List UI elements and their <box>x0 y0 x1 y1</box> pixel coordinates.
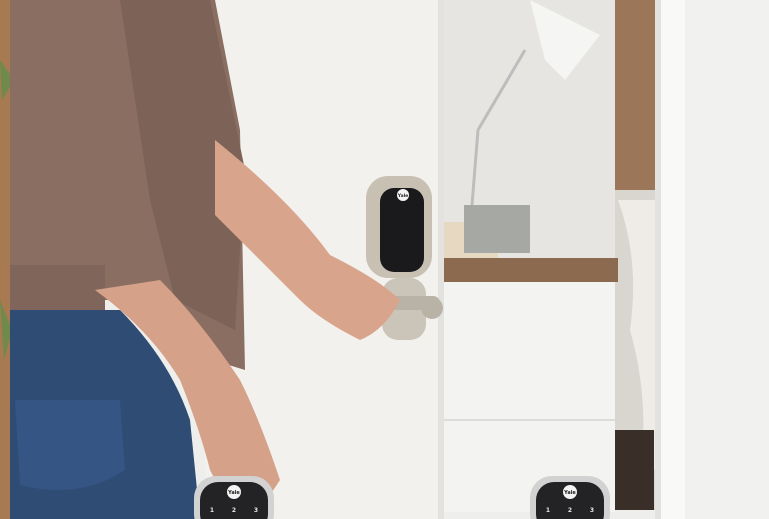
lever-knob <box>421 297 443 319</box>
sweater-hem <box>10 265 105 310</box>
grey-box <box>464 205 530 253</box>
photo-illustration: Yale Yale 1 2 3 Yale 1 2 3 <box>0 0 769 519</box>
keypad-right-key-3: 3 <box>590 507 594 514</box>
right-wall <box>685 0 769 519</box>
door-frame-shadow <box>655 0 661 519</box>
keypad-right-key-1: 1 <box>546 507 550 514</box>
lock-logo-text: Yale <box>397 193 408 199</box>
jeans-pocket <box>15 400 125 490</box>
door-edge <box>438 0 444 519</box>
dark-floor <box>612 430 654 510</box>
keypad-left-key-3: 3 <box>254 507 258 514</box>
keypad-left-key-1: 1 <box>210 507 214 514</box>
photo-scene: Yale Yale 1 2 3 Yale 1 2 3 <box>0 0 769 519</box>
wood-shelf <box>440 258 618 282</box>
keypad-left-key-2: 2 <box>232 507 236 514</box>
keypad-right-key-2: 2 <box>568 507 572 514</box>
keypad-right-logo-text: Yale <box>563 490 576 496</box>
keypad-left-logo-text: Yale <box>227 490 240 496</box>
